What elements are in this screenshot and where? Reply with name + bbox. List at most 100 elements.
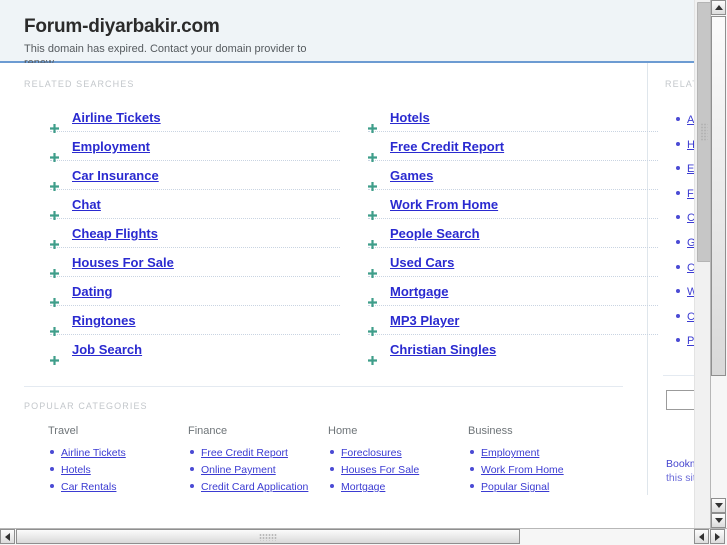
related-search-link[interactable]: Used Cars [390, 255, 454, 270]
bullet-icon [470, 467, 474, 471]
related-search-link[interactable]: Dating [72, 284, 112, 299]
list-item[interactable]: Mortgage [328, 478, 468, 494]
triangle-down-icon [714, 503, 723, 508]
parked-domain-page: Forum-diyarbakir.com This domain has exp… [0, 0, 711, 495]
category-link[interactable]: Airline Tickets [61, 447, 126, 459]
related-search-link[interactable]: People Search [390, 226, 480, 241]
category-column-travel: Travel Airline Tickets Hotels Car Rental… [48, 425, 188, 495]
list-item[interactable]: Hotels [48, 461, 188, 477]
related-search-link[interactable]: Chat [72, 197, 101, 212]
list-item[interactable]: Mortgage [368, 277, 658, 307]
popular-categories-grid: Travel Airline Tickets Hotels Car Rental… [0, 411, 668, 495]
list-item[interactable]: Car Rentals [48, 478, 188, 494]
list-item[interactable]: MP3 Player [368, 306, 658, 336]
category-column-home: Home Foreclosures Houses For Sale Mortga… [328, 425, 468, 495]
list-item[interactable]: Free Credit Report [188, 444, 328, 460]
list-item[interactable]: Used Cars [368, 248, 658, 278]
arrow-bullet-icon [50, 201, 59, 220]
bullet-icon [676, 166, 680, 171]
scroll-down-button-extra[interactable] [711, 513, 726, 528]
related-search-link[interactable]: Free Credit Report [390, 139, 504, 154]
list-item[interactable]: Employment [468, 444, 608, 460]
category-link[interactable]: Free Credit Report [201, 447, 288, 459]
related-search-link[interactable]: Employment [72, 139, 150, 154]
scroll-left-button[interactable] [0, 529, 15, 544]
main-content: RELATED SEARCHES Airline Tickets Employm… [0, 63, 658, 495]
popular-categories-label: POPULAR CATEGORIES [24, 401, 148, 411]
scrollbar-grip-icon [259, 533, 277, 540]
related-search-link[interactable]: Car Insurance [72, 168, 159, 183]
window-vertical-scrollbar[interactable] [710, 0, 727, 545]
list-item[interactable]: Job Search [50, 335, 340, 365]
list-item[interactable]: Ringtones [50, 306, 340, 336]
scroll-left-button-right[interactable] [694, 529, 709, 544]
related-search-link[interactable]: Work From Home [390, 197, 498, 212]
bullet-icon [330, 484, 334, 488]
category-heading: Travel [48, 425, 79, 437]
category-column-business: Business Employment Work From Home Popul… [468, 425, 608, 495]
list-item[interactable]: Popular Signal [468, 478, 608, 494]
arrow-bullet-icon [368, 172, 377, 191]
category-link[interactable]: Work From Home [481, 464, 564, 476]
category-link[interactable]: Foreclosures [341, 447, 402, 459]
related-search-link[interactable]: Hotels [390, 110, 430, 125]
category-heading: Home [328, 425, 358, 437]
list-item[interactable]: Work From Home [468, 461, 608, 477]
list-item[interactable]: Foreclosures [328, 444, 468, 460]
arrow-bullet-icon [368, 288, 377, 307]
bullet-icon [676, 215, 680, 220]
category-link[interactable]: Car Rentals [61, 481, 116, 493]
bullet-icon [676, 338, 680, 343]
category-link[interactable]: Hotels [61, 464, 91, 476]
category-link[interactable]: Online Payment [201, 464, 276, 476]
page-vertical-scrollbar[interactable] [694, 0, 711, 530]
scroll-right-button[interactable] [710, 529, 725, 544]
related-search-link[interactable]: MP3 Player [390, 313, 459, 328]
related-search-link[interactable]: Ringtones [72, 313, 136, 328]
category-link[interactable]: Mortgage [341, 481, 385, 493]
window-horizontal-scrollbar-thumb[interactable] [16, 529, 520, 544]
related-search-link[interactable]: Mortgage [390, 284, 449, 299]
triangle-right-icon [715, 532, 720, 541]
scroll-up-button[interactable] [711, 0, 726, 15]
list-item[interactable]: Christian Singles [368, 335, 658, 365]
list-item[interactable]: Work From Home [368, 190, 658, 220]
related-search-link[interactable]: Christian Singles [390, 342, 496, 357]
list-item[interactable]: Chat [50, 190, 340, 220]
list-item[interactable]: Airline Tickets [48, 444, 188, 460]
bullet-icon [676, 239, 680, 244]
related-searches-grid: Airline Tickets Employment Car Insurance… [0, 89, 658, 365]
list-item[interactable]: Dating [50, 277, 340, 307]
list-item[interactable]: Free Credit Report [368, 132, 658, 162]
list-item[interactable]: Houses For Sale [328, 461, 468, 477]
list-item[interactable]: Credit Card Application [188, 478, 328, 494]
category-link[interactable]: Credit Card Application [201, 481, 308, 493]
category-link[interactable]: Popular Signal [481, 481, 549, 493]
list-item[interactable]: Car Insurance [50, 161, 340, 191]
list-item[interactable]: Airline Tickets [50, 103, 340, 133]
category-heading: Finance [188, 425, 228, 437]
list-item[interactable]: Cheap Flights [50, 219, 340, 249]
list-item[interactable]: Online Payment [188, 461, 328, 477]
list-item[interactable]: People Search [368, 219, 658, 249]
browser-window: Forum-diyarbakir.com This domain has exp… [0, 0, 727, 545]
bullet-icon [190, 484, 194, 488]
arrow-bullet-icon [50, 259, 59, 278]
list-item[interactable]: Games [368, 161, 658, 191]
list-item[interactable]: Employment [50, 132, 340, 162]
related-search-link[interactable]: Airline Tickets [72, 110, 161, 125]
related-search-link[interactable]: Games [390, 168, 433, 183]
window-vertical-scrollbar-thumb[interactable] [711, 16, 726, 376]
content-split: RELATED SEARCHES Airline Tickets Employm… [0, 63, 711, 495]
category-link[interactable]: Employment [481, 447, 539, 459]
arrow-bullet-icon [368, 259, 377, 278]
list-item[interactable]: Hotels [368, 103, 658, 133]
page-vertical-scrollbar-thumb[interactable] [697, 2, 711, 262]
category-link[interactable]: Houses For Sale [341, 464, 419, 476]
list-item[interactable]: Houses For Sale [50, 248, 340, 278]
related-search-link[interactable]: Houses For Sale [72, 255, 174, 270]
related-search-link[interactable]: Job Search [72, 342, 142, 357]
window-horizontal-scrollbar[interactable] [0, 528, 727, 545]
related-search-link[interactable]: Cheap Flights [72, 226, 158, 241]
scroll-down-button[interactable] [711, 498, 726, 513]
